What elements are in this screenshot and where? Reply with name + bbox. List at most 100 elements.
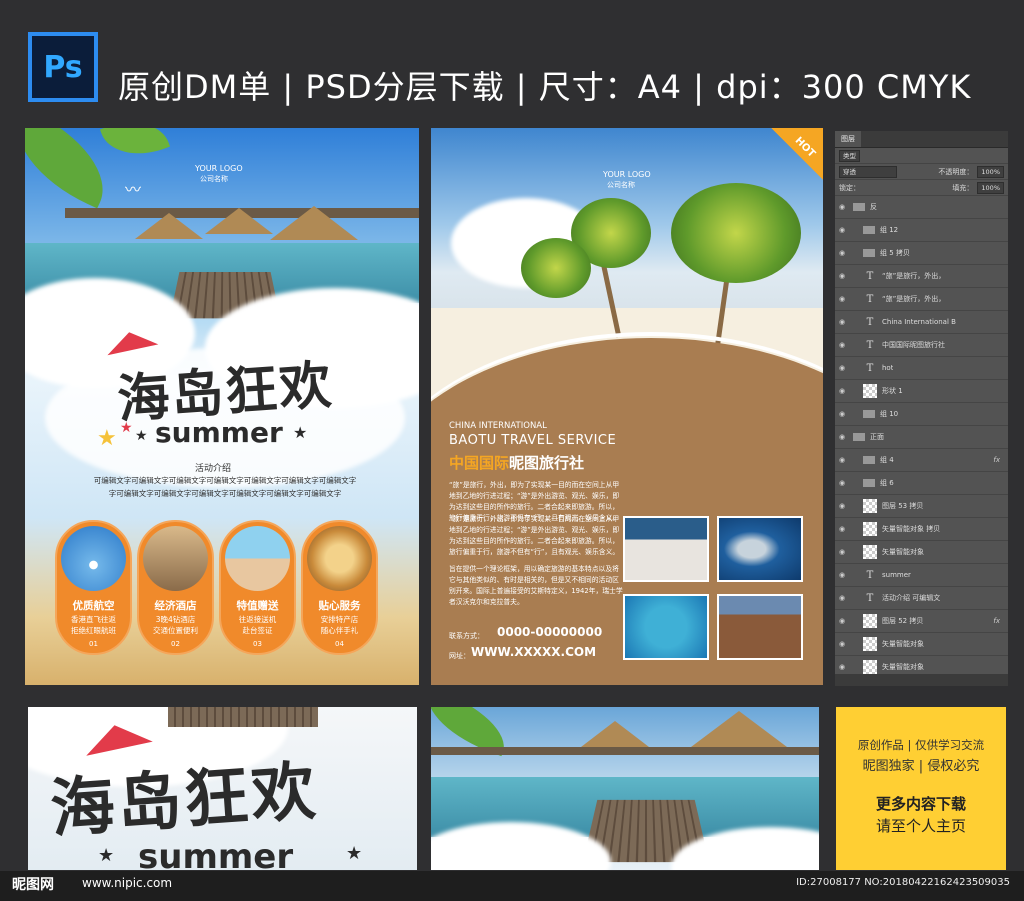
layer-thumbnail-icon xyxy=(863,384,877,398)
fill-input[interactable]: 100% xyxy=(977,181,1004,194)
layer-row[interactable]: ◉ 组 12 xyxy=(835,219,1008,242)
visibility-eye-icon[interactable]: ◉ xyxy=(835,433,849,441)
visibility-eye-icon[interactable]: ◉ xyxy=(835,295,849,303)
layer-name: 矢量智能对象 xyxy=(882,640,924,648)
website-label: 网址： xyxy=(449,652,470,660)
layer-row[interactable]: ◉ 矢量智能对象 拷贝 xyxy=(835,518,1008,541)
layer-row[interactable]: ◉ 矢量智能对象 xyxy=(835,541,1008,564)
feature-title: 优质航空 xyxy=(72,600,115,612)
layer-name: 正面 xyxy=(870,433,884,441)
layer-row[interactable]: ◉ 矢量智能对象 xyxy=(835,633,1008,656)
star-icon: ★ xyxy=(97,426,117,451)
layer-name: 中国国际昵图旅行社 xyxy=(882,341,945,349)
tab-layers[interactable]: 图层 xyxy=(835,131,861,147)
visibility-eye-icon[interactable]: ◉ xyxy=(835,272,849,280)
feature-card-flight: 优质航空 香港直飞往返 拒绝红眼航班 01 xyxy=(55,520,132,655)
layer-row[interactable]: ◉ 图层 52 拷贝 fx xyxy=(835,610,1008,633)
layer-row[interactable]: ◉ 组 6 xyxy=(835,472,1008,495)
layer-row[interactable]: ◉ T China International B xyxy=(835,311,1008,334)
filter-kind-select[interactable]: 类型 xyxy=(839,149,860,162)
layer-row[interactable]: ◉ T 活动介绍 可编辑文 xyxy=(835,587,1008,610)
visibility-eye-icon[interactable]: ◉ xyxy=(835,364,849,372)
copyright-notice: 原创作品 | 仅供学习交流 昵图独家 | 侵权必究 更多内容下载 请至个人主页 xyxy=(836,707,1006,870)
text-layer-icon: T xyxy=(866,339,874,351)
visibility-eye-icon[interactable]: ◉ xyxy=(835,387,849,395)
beach-girl-image xyxy=(225,526,290,591)
company-cn-highlight: 中国国际 xyxy=(449,454,510,472)
text-layer-icon: T xyxy=(866,293,874,305)
visibility-eye-icon[interactable]: ◉ xyxy=(835,571,849,579)
blend-row: 穿透 不透明度： 100% xyxy=(835,164,1008,180)
feature-desc: 随心伴手礼 xyxy=(320,626,359,635)
photo-tile-resort xyxy=(717,594,803,660)
visibility-eye-icon[interactable]: ◉ xyxy=(835,249,849,257)
nipic-url[interactable]: www.nipic.com xyxy=(82,876,172,890)
feature-number: 04 xyxy=(335,640,344,648)
folder-icon xyxy=(863,456,875,464)
visibility-eye-icon[interactable]: ◉ xyxy=(835,640,849,648)
folder-icon xyxy=(863,410,875,418)
visibility-eye-icon[interactable]: ◉ xyxy=(835,456,849,464)
layer-thumbnail-icon xyxy=(863,545,877,559)
activity-text: 可编辑文字可编辑文字可编辑文字可编辑文字可编辑文字可编辑文字可编辑文字 xyxy=(93,476,357,485)
visibility-eye-icon[interactable]: ◉ xyxy=(835,479,849,487)
visibility-eye-icon[interactable]: ◉ xyxy=(835,318,849,326)
opacity-label: 不透明度： xyxy=(938,167,974,176)
layer-row[interactable]: ◉ 反 xyxy=(835,196,1008,219)
opacity-input[interactable]: 100% xyxy=(977,165,1004,178)
layer-row[interactable]: ◉ 正面 xyxy=(835,426,1008,449)
layer-row[interactable]: ◉ T 中国国际昵图旅行社 xyxy=(835,334,1008,357)
image-id: ID:27008177 NO:20180422162423509035 xyxy=(796,877,1010,888)
feature-desc: 香港直飞往返 xyxy=(71,615,116,624)
visibility-eye-icon[interactable]: ◉ xyxy=(835,663,849,671)
pier-image xyxy=(431,747,819,755)
logo-text: YOUR LOGO xyxy=(603,170,651,179)
photoshop-logo-text: Ps xyxy=(43,49,83,85)
visibility-eye-icon[interactable]: ◉ xyxy=(835,341,849,349)
visibility-eye-icon[interactable]: ◉ xyxy=(835,410,849,418)
feature-desc: 拒绝红眼航班 xyxy=(71,626,116,635)
layer-name: “旅”是旅行，外出， xyxy=(882,295,946,303)
star-icon: ★ xyxy=(120,420,133,436)
layer-row[interactable]: ◉ Tsummer xyxy=(835,564,1008,587)
layer-filter-row: 类型 xyxy=(835,148,1008,164)
layer-thumbnail-icon xyxy=(863,499,877,513)
fx-icon[interactable]: fx xyxy=(993,456,1000,464)
visibility-eye-icon[interactable]: ◉ xyxy=(835,594,849,602)
layer-row[interactable]: ◉ T “旅”是旅行，外出， xyxy=(835,265,1008,288)
visibility-eye-icon[interactable]: ◉ xyxy=(835,226,849,234)
visibility-eye-icon[interactable]: ◉ xyxy=(835,525,849,533)
layer-name: 组 6 xyxy=(880,479,894,487)
notice-line: 昵图独家 | 侵权必究 xyxy=(862,759,980,774)
visibility-eye-icon[interactable]: ◉ xyxy=(835,203,849,211)
visibility-eye-icon[interactable]: ◉ xyxy=(835,617,849,625)
layer-list: ◉ 反 ◉ 组 12 ◉ 组 5 拷贝 ◉ T “旅”是旅行，外出， ◉ T “旅”是旅行，外出， ◉ T… xyxy=(835,196,1008,686)
text-layer-icon: T xyxy=(866,270,874,282)
feature-card-hotel: 经济酒店 3晚4钻酒店 交通位置便利 02 xyxy=(137,520,214,655)
company-cn-rest: 昵图旅行社 xyxy=(509,454,585,472)
feature-desc: 安排特产店 xyxy=(320,615,359,624)
visibility-eye-icon[interactable]: ◉ xyxy=(835,548,849,556)
feature-desc: 赴台签证 xyxy=(242,626,273,635)
feature-desc: 往返接送机 xyxy=(238,615,277,624)
layer-name: 组 5 拷贝 xyxy=(880,249,910,257)
layer-row[interactable]: ◉ 图层 53 拷贝 xyxy=(835,495,1008,518)
notice-line: 请至个人主页 xyxy=(875,817,966,835)
visibility-eye-icon[interactable]: ◉ xyxy=(835,502,849,510)
photo-tile-island xyxy=(623,594,709,660)
layer-row[interactable]: ◉ T “旅”是旅行，外出， xyxy=(835,288,1008,311)
layer-row[interactable]: ◉ Thot xyxy=(835,357,1008,380)
layer-row[interactable]: ◉ 组 4 fx xyxy=(835,449,1008,472)
fill-label: 填充： xyxy=(952,183,974,192)
folder-icon xyxy=(863,226,875,234)
fx-icon[interactable]: fx xyxy=(993,617,1000,625)
layer-row[interactable]: ◉ 组 5 拷贝 xyxy=(835,242,1008,265)
intro-paragraph: “旅”是旅行，外出，即为了实现某一目的而在空间上从甲地到乙地的行进过程；“游”是… xyxy=(449,515,620,556)
star-icon: ★ xyxy=(346,843,363,864)
layer-name: 组 10 xyxy=(880,410,899,418)
layer-row[interactable]: ◉ 组 10 xyxy=(835,403,1008,426)
layer-name: 形状 1 xyxy=(882,387,903,395)
nipic-logo: 昵图网 xyxy=(12,877,54,893)
layer-row[interactable]: ◉ 形状 1 xyxy=(835,380,1008,403)
blend-mode-select[interactable]: 穿透 xyxy=(839,165,897,178)
